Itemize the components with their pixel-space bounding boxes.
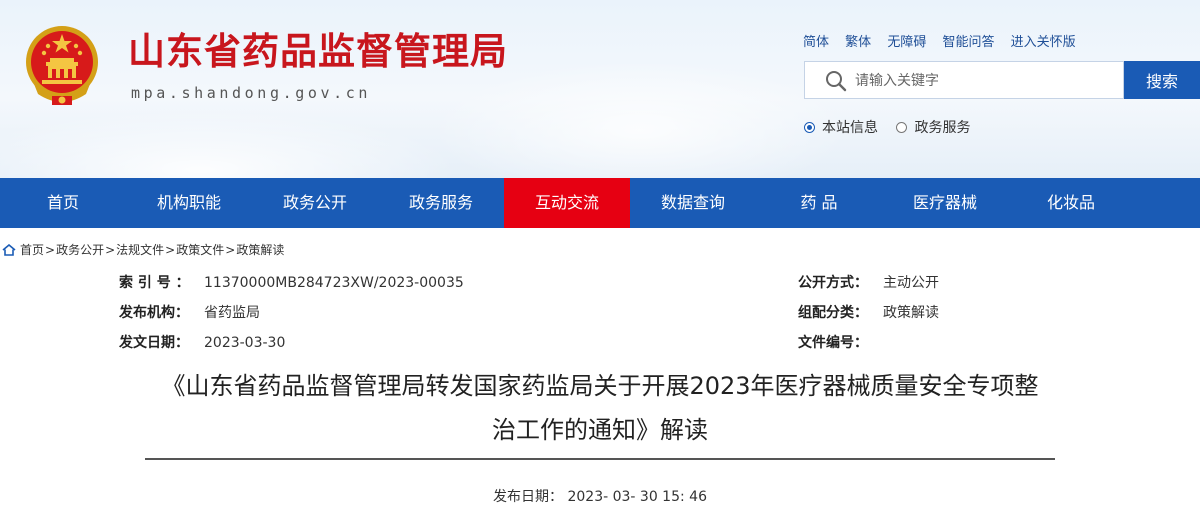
nav-item-home[interactable]: 首页 — [0, 178, 126, 228]
meta-category-value: 政策解读 — [883, 305, 939, 321]
top-link-smart-qa[interactable]: 智能问答 — [942, 35, 994, 50]
main-nav: 首页 机构职能 政务公开 政务服务 互动交流 数据查询 药 品 医疗器械 化妆品 — [0, 178, 1200, 228]
nav-item-data-query[interactable]: 数据查询 — [630, 178, 756, 228]
breadcrumb-home[interactable]: 首页 — [20, 241, 44, 258]
article-title-line-2: 治工作的通知》解读 — [492, 416, 708, 444]
breadcrumb-policy-files[interactable]: 政策文件 — [176, 241, 224, 258]
breadcrumb: 首页 > 政务公开 > 法规文件 > 政策文件 > 政策解读 — [2, 241, 284, 258]
site-domain: mpa.shandong.gov.cn — [131, 84, 371, 102]
site-title[interactable]: 山东省药品监督管理局 — [128, 28, 508, 76]
meta-row-open-mode: 公开方式： 主动公开 — [798, 268, 939, 298]
meta-index-value: 11370000MB284723XW/2023-00035 — [204, 275, 464, 291]
search-box — [804, 61, 1124, 100]
nav-item-gov-affairs-open[interactable]: 政务公开 — [252, 178, 378, 228]
search-input[interactable] — [853, 62, 1122, 100]
search-scope: 本站信息 政务服务 — [804, 117, 984, 137]
breadcrumb-regulations[interactable]: 法规文件 — [116, 241, 164, 258]
article-title-line-1: 《山东省药品监督管理局转发国家药监局关于开展2023年医疗器械质量安全专项整 — [161, 372, 1039, 400]
top-link-traditional[interactable]: 繁体 — [845, 35, 871, 50]
publish-date-value: 2023- 03- 30 15: 46 — [567, 489, 707, 505]
top-link-accessibility[interactable]: 无障碍 — [887, 35, 926, 50]
breadcrumb-separator: > — [45, 242, 56, 257]
publish-date: 发布日期： 2023- 03- 30 15: 46 — [0, 486, 1200, 506]
home-icon — [2, 243, 16, 256]
header-cloud-decoration — [0, 110, 460, 178]
top-link-simplified[interactable]: 简体 — [803, 35, 829, 50]
meta-date-value: 2023-03-30 — [204, 335, 286, 351]
breadcrumb-separator: > — [165, 242, 176, 257]
nav-item-organization[interactable]: 机构职能 — [126, 178, 252, 228]
meta-row-category: 组配分类： 政策解读 — [798, 298, 939, 328]
meta-label: 公开方式： — [798, 275, 868, 291]
meta-label: 组配分类： — [798, 305, 868, 321]
top-links: 简体 繁体 无障碍 智能问答 进入关怀版 — [803, 31, 1088, 50]
search-button[interactable]: 搜索 — [1124, 61, 1200, 99]
meta-row-index: 索 引 号 ： 11370000MB284723XW/2023-00035 — [119, 268, 464, 298]
radio-checked-icon — [804, 121, 815, 133]
scope-label-services: 政务服务 — [914, 120, 971, 136]
search-icon — [826, 71, 847, 92]
meta-open-mode-value: 主动公开 — [883, 275, 939, 291]
breadcrumb-separator: > — [105, 242, 116, 257]
meta-row-date: 发文日期： 2023-03-30 — [119, 328, 464, 358]
title-divider — [145, 458, 1055, 460]
meta-label: 文件编号： — [798, 335, 868, 351]
header-cloud-decoration — [430, 60, 850, 178]
nav-item-medical-devices[interactable]: 医疗器械 — [882, 178, 1008, 228]
meta-left-column: 索 引 号 ： 11370000MB284723XW/2023-00035 发布机… — [119, 268, 464, 358]
breadcrumb-policy-interpretation[interactable]: 政策解读 — [236, 241, 284, 258]
nav-item-interaction[interactable]: 互动交流 — [504, 178, 630, 228]
meta-label: 发布机构： — [119, 305, 189, 321]
scope-label-site: 本站信息 — [822, 120, 878, 136]
breadcrumb-separator: > — [225, 242, 236, 257]
meta-label: 发文日期： — [119, 335, 189, 351]
publish-date-label: 发布日期： — [493, 489, 564, 505]
nav-item-drugs[interactable]: 药 品 — [756, 178, 882, 228]
site-header: 山东省药品监督管理局 mpa.shandong.gov.cn 简体 繁体 无障碍… — [0, 0, 1200, 178]
meta-publisher-value: 省药监局 — [204, 305, 260, 321]
scope-radio-site[interactable]: 本站信息 — [804, 117, 878, 137]
nav-item-gov-services[interactable]: 政务服务 — [378, 178, 504, 228]
top-link-care-mode[interactable]: 进入关怀版 — [1011, 35, 1076, 50]
article-title: 《山东省药品监督管理局转发国家药监局关于开展2023年医疗器械质量安全专项整 治… — [145, 364, 1055, 452]
meta-row-doc-no: 文件编号： — [798, 328, 939, 358]
radio-unchecked-icon — [896, 121, 908, 133]
meta-right-column: 公开方式： 主动公开 组配分类： 政策解读 文件编号： — [798, 268, 939, 358]
breadcrumb-gov-affairs-open[interactable]: 政务公开 — [56, 241, 104, 258]
meta-label: 索 引 号 ： — [119, 275, 190, 291]
national-emblem-icon — [26, 26, 98, 105]
scope-radio-services[interactable]: 政务服务 — [896, 117, 970, 137]
meta-row-publisher: 发布机构： 省药监局 — [119, 298, 464, 328]
nav-item-cosmetics[interactable]: 化妆品 — [1008, 178, 1134, 228]
